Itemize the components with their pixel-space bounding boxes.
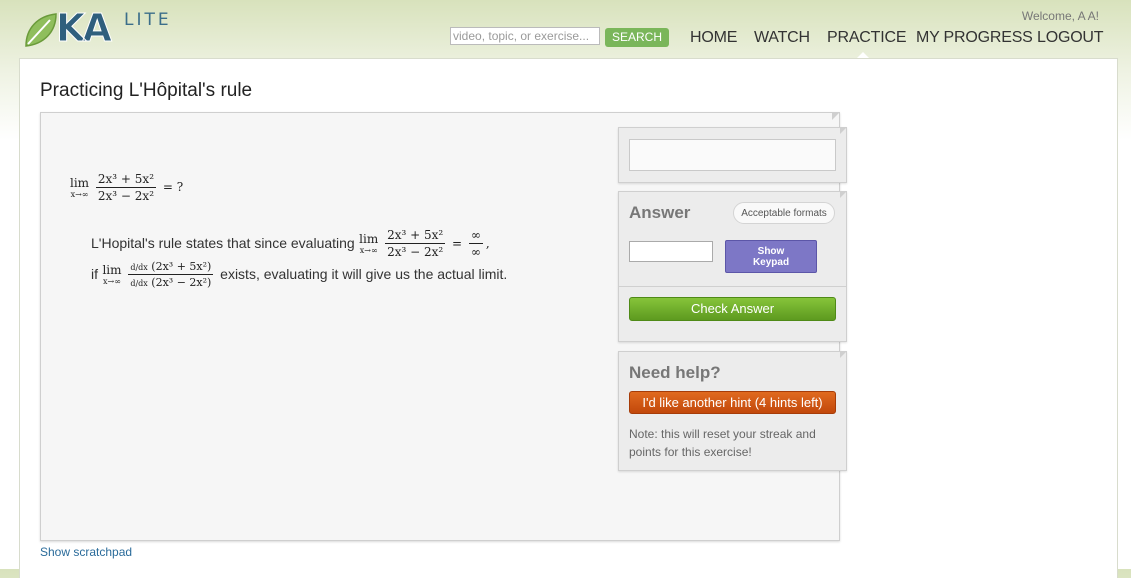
problem-corner-fold [832,112,840,120]
acceptable-formats-button[interactable]: Acceptable formats [733,202,835,224]
answer-preview-box [629,139,836,171]
question-numerator: 2x³ + 5x² [95,172,156,188]
help-heading: Need help? [629,363,721,382]
lim-subscript: x→∞ [70,189,89,199]
derivative-fraction: d/dx (2x³ + 5x²) d/dx (2x³ − 2x²) [128,260,214,289]
search-button[interactable]: SEARCH [605,28,669,47]
nav-logout[interactable]: LOGOUT [1037,29,1104,47]
active-nav-indicator [857,52,869,58]
lim-subscript: x→∞ [103,276,121,286]
panel-corner-fold [840,351,847,358]
answer-input[interactable] [629,241,713,262]
lim-word: lim [70,175,90,190]
hint-result-numerator: ∞ [468,228,483,244]
panel-corner-fold [840,191,847,198]
lim-subscript: x→∞ [359,245,378,255]
hint-fraction: 2x³ + 5x² 2x³ − 2x² [385,228,446,259]
hint-limit-operator: lim x→∞ [359,233,378,255]
hint-numerator: 2x³ + 5x² [385,228,446,244]
hint-line-2: if lim x→∞ d/dx (2x³ + 5x²) d/dx (2x³ − … [91,260,507,289]
hint-result-denominator: ∞ [470,245,481,259]
welcome-message: Welcome, A A! [1021,9,1099,23]
show-keypad-button[interactable]: Show Keypad [725,240,817,273]
nav-watch[interactable]: WATCH [754,29,810,47]
deriv-denominator: (2x³ − 2x²) [151,276,212,289]
limit-operator: lim x→∞ [70,177,89,199]
question-tail: = ? [162,180,184,194]
lim-word: lim [102,262,122,277]
hint-warning-note: Note: this will reset your streak and po… [629,427,816,459]
answer-divider [619,286,846,287]
deriv-operator-den: d/dx [130,279,148,288]
deriv-numerator: (2x³ + 5x²) [151,260,212,273]
search-input[interactable] [450,27,600,45]
logo-ka-text: KA [56,6,113,51]
nav-home[interactable]: HOME [690,29,737,47]
hint-result-fraction: ∞ ∞ [468,228,483,259]
deriv-limit-operator: lim x→∞ [102,264,121,286]
question-fraction: 2x³ + 5x² 2x³ − 2x² [95,172,156,203]
question-expression: lim x→∞ 2x³ + 5x² 2x³ − 2x² = ? [70,172,183,203]
question-denominator: 2x³ − 2x² [97,189,154,203]
answer-heading: Answer [629,203,691,222]
check-answer-button[interactable]: Check Answer [629,297,836,321]
page-title: Practicing L'Hôpital's rule [40,80,253,101]
request-hint-button[interactable]: I'd like another hint (4 hints left) [629,391,836,414]
show-scratchpad-link[interactable]: Show scratchpad [40,545,132,559]
hint-if: if [91,265,98,282]
panel-corner-fold [840,127,847,134]
lim-word: lim [359,231,379,246]
hint-denominator: 2x³ − 2x² [387,245,444,259]
nav-practice[interactable]: PRACTICE [827,29,907,47]
hint-line-1-text: L'Hopital's rule states that since evalu… [91,234,355,251]
keypad-label-line1: Show [757,246,785,257]
hint-line-1: L'Hopital's rule states that since evalu… [91,228,490,259]
keypad-label-line2: Keypad [752,257,790,268]
nav-my-progress[interactable]: MY PROGRESS [916,29,1033,47]
logo-lite-text: LITE [124,10,172,30]
hint-line-2-text: exists, evaluating it will give us the a… [220,265,508,282]
deriv-operator-num: d/dx [130,263,148,272]
